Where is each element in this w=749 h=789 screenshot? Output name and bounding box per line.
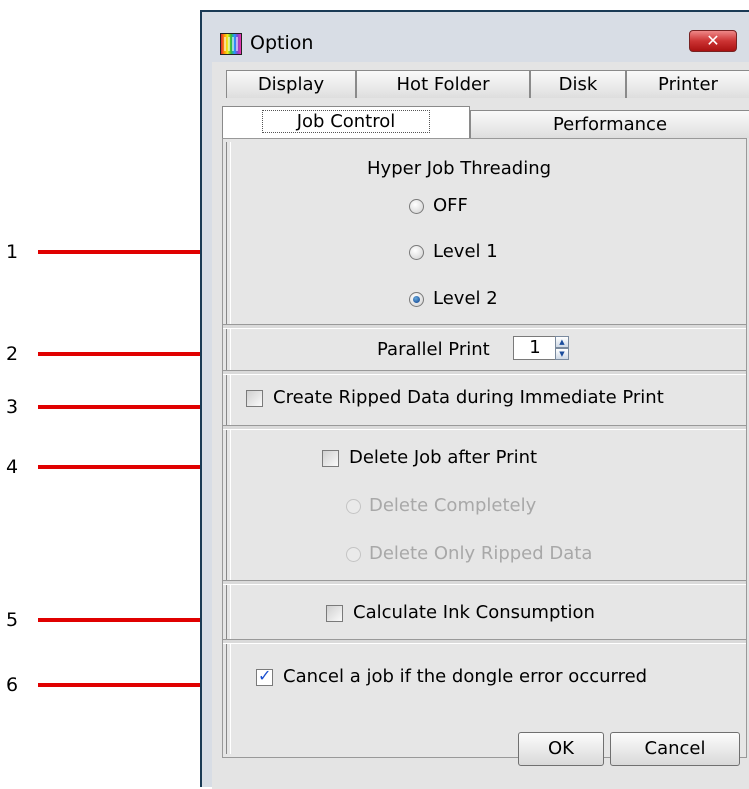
window-title: Option [250,32,314,54]
radio-delete-completely[interactable] [346,499,361,514]
spin-down-icon[interactable]: ▼ [555,348,569,360]
callout-number: 5 [6,609,19,631]
tab-disk[interactable]: Disk [530,70,626,98]
callout-number: 6 [6,674,19,696]
tab-job-control[interactable]: Job Control [222,106,470,138]
callout-number: 4 [6,456,19,478]
radio-delete-completely-label: Delete Completely [369,495,537,516]
radio-level-2[interactable] [409,292,424,307]
tab-performance[interactable]: Performance [470,110,749,138]
cancel-dongle-label: Cancel a job if the dongle error occurre… [283,666,648,687]
tab-label: Disk [558,74,598,95]
delete-job-checkbox[interactable] [322,450,339,467]
calculate-ink-label: Calculate Ink Consumption [353,602,595,623]
section-divider [223,370,746,375]
cancel-dongle-checkbox[interactable]: ✓ [256,666,273,686]
delete-job-label: Delete Job after Print [349,447,538,468]
parallel-print-label: Parallel Print [377,339,490,360]
option-window: Option ✕ Display Hot Folder Disk Printer… [200,10,749,789]
check-icon: ✓ [258,666,272,685]
cancel-button[interactable]: Cancel [610,732,740,766]
tab-label: Job Control [261,110,431,133]
tab-hot-folder[interactable]: Hot Folder [356,70,530,98]
section-divider [223,425,746,430]
callout-number: 3 [6,396,19,418]
parallel-print-input[interactable]: 1 [513,336,557,360]
tab-label: Performance [552,114,668,135]
hyper-threading-heading: Hyper Job Threading [367,158,552,179]
create-ripped-label: Create Ripped Data during Immediate Prin… [273,387,664,408]
tab-display[interactable]: Display [226,70,356,98]
dialog-body: Display Hot Folder Disk Printer Job Cont… [212,62,749,789]
radio-level-1-label: Level 1 [433,241,498,262]
tab-printer[interactable]: Printer [626,70,749,98]
title-bar[interactable]: Option ✕ [210,28,749,56]
calculate-ink-checkbox[interactable] [326,605,343,622]
callout-number: 2 [6,343,19,365]
radio-off-label: OFF [433,195,468,216]
create-ripped-checkbox[interactable] [246,390,263,407]
radio-level-2-label: Level 2 [433,288,498,309]
radio-level-1[interactable] [409,245,424,260]
callout-number: 1 [6,241,19,263]
tab-label: Display [257,74,325,95]
job-control-panel: Hyper Job Threading OFF Level 1 Level 2 … [222,138,747,758]
ok-button[interactable]: OK [518,732,604,766]
tab-label: Printer [658,74,718,95]
spin-up-icon[interactable]: ▲ [555,336,569,348]
radio-delete-only-ripped-label: Delete Only Ripped Data [369,543,593,564]
app-icon [220,33,242,55]
radio-off[interactable] [409,199,424,214]
section-divider [223,639,746,644]
radio-delete-only-ripped[interactable] [346,547,361,562]
tab-label: Hot Folder [396,74,490,95]
section-divider [223,324,746,329]
close-button[interactable]: ✕ [689,30,737,52]
section-divider [223,580,746,585]
